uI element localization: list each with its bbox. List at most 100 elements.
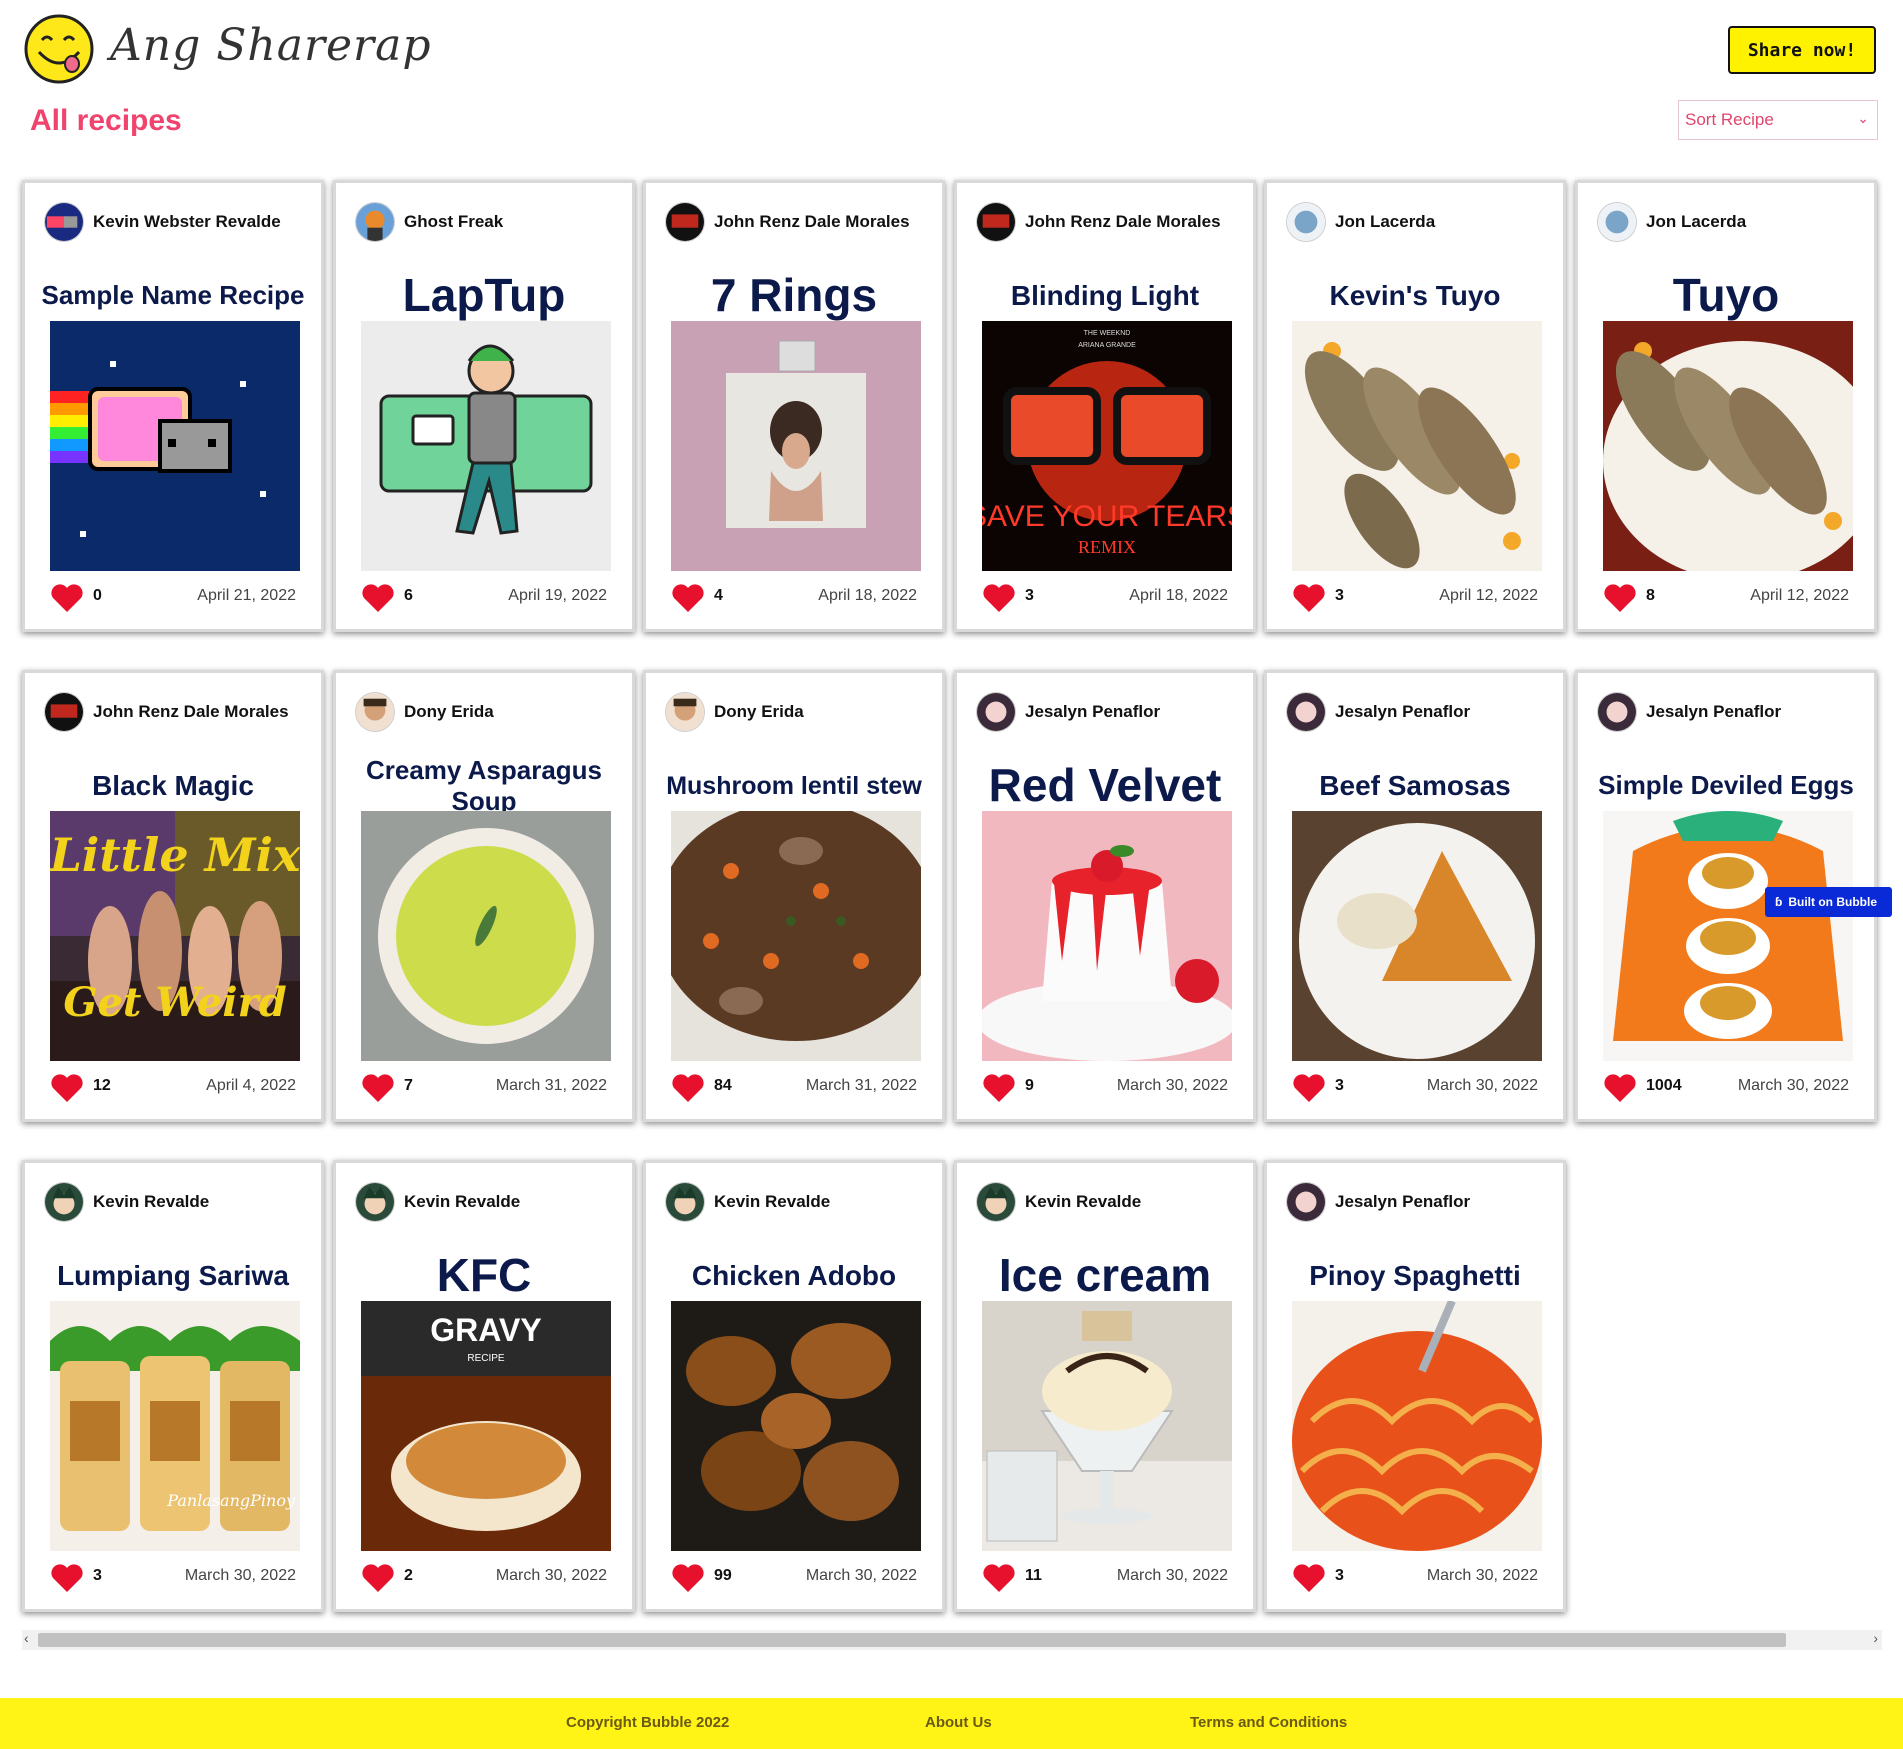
author-name[interactable]: Jesalyn Penaflor — [1335, 702, 1470, 722]
recipe-card[interactable]: Kevin Revalde Lumpiang Sariwa PanlasangP… — [22, 1160, 324, 1612]
heart-icon[interactable] — [671, 583, 705, 613]
heart-icon[interactable] — [1292, 1563, 1326, 1593]
author-name[interactable]: John Renz Dale Morales — [1025, 212, 1221, 232]
author-name[interactable]: John Renz Dale Morales — [93, 702, 289, 722]
recipe-card[interactable]: Kevin Webster Revalde Sample Name Recipe… — [22, 180, 324, 632]
heart-icon[interactable] — [361, 583, 395, 613]
author-avatar[interactable] — [1287, 203, 1325, 241]
brand-name[interactable]: Ang Sharerap — [110, 20, 431, 71]
recipe-card[interactable]: Dony Erida Creamy Asparagus Soup 7 March… — [333, 670, 635, 1122]
author-avatar[interactable] — [1598, 203, 1636, 241]
heart-icon[interactable] — [671, 1563, 705, 1593]
recipe-card[interactable]: Jesalyn Penaflor Pinoy Spaghetti 3 March… — [1264, 1160, 1566, 1612]
recipe-card[interactable]: John Renz Dale Morales 7 Rings 4 April 1… — [643, 180, 945, 632]
horizontal-scrollbar[interactable]: ‹ › — [22, 1630, 1882, 1650]
recipe-image[interactable] — [982, 811, 1232, 1061]
recipe-image[interactable] — [361, 811, 611, 1061]
author-name[interactable]: Ghost Freak — [404, 212, 503, 232]
recipe-card[interactable]: Jon Lacerda Kevin's Tuyo 3 April 12, 202… — [1264, 180, 1566, 632]
author-name[interactable]: Jon Lacerda — [1335, 212, 1435, 232]
recipe-image[interactable] — [671, 811, 921, 1061]
heart-icon[interactable] — [1603, 583, 1637, 613]
scrollbar-thumb[interactable] — [38, 1633, 1786, 1647]
recipe-image[interactable] — [1603, 811, 1853, 1061]
heart-icon[interactable] — [1603, 1073, 1637, 1103]
author-avatar[interactable] — [1287, 693, 1325, 731]
share-now-button[interactable]: Share now! — [1728, 26, 1876, 74]
author-avatar[interactable] — [45, 203, 83, 241]
get-weird-text: Get Weird — [63, 979, 286, 1026]
recipe-image[interactable] — [1603, 321, 1853, 571]
recipe-image[interactable] — [671, 1301, 921, 1551]
author-avatar[interactable] — [356, 203, 394, 241]
recipe-card[interactable]: Ghost Freak LapTup 6 April 19, 2022 — [333, 180, 635, 632]
author-name[interactable]: John Renz Dale Morales — [714, 212, 910, 232]
author-avatar[interactable] — [1598, 693, 1636, 731]
recipe-image[interactable] — [1292, 1301, 1542, 1551]
recipe-date: March 30, 2022 — [1737, 1077, 1849, 1094]
author-avatar[interactable] — [666, 203, 704, 241]
recipe-image[interactable] — [671, 321, 921, 571]
sort-recipe-select[interactable]: Sort Recipe ⌄ — [1678, 100, 1878, 140]
author-avatar[interactable] — [977, 1183, 1015, 1221]
scroll-right-icon[interactable]: › — [1873, 1630, 1878, 1646]
author-avatar[interactable] — [45, 1183, 83, 1221]
author-avatar[interactable] — [1287, 1183, 1325, 1221]
like-count: 6 — [404, 587, 413, 604]
recipe-card[interactable]: Jon Lacerda Tuyo 8 April 12, 2022 — [1575, 180, 1877, 632]
author-name[interactable]: Jon Lacerda — [1646, 212, 1746, 232]
footer-terms-link[interactable]: Terms and Conditions — [1190, 1714, 1347, 1731]
recipe-image[interactable]: GRAVY RECIPE — [361, 1301, 611, 1551]
author-avatar[interactable] — [45, 693, 83, 731]
recipe-card[interactable]: Kevin Revalde Chicken Adobo 99 March 30,… — [643, 1160, 945, 1612]
author-name[interactable]: Dony Erida — [404, 702, 494, 722]
author-name[interactable]: Jesalyn Penaflor — [1025, 702, 1160, 722]
scroll-left-icon[interactable]: ‹ — [24, 1630, 29, 1646]
recipe-image[interactable]: THE WEEKND ARIANA GRANDE SAVE YOUR TEARS… — [982, 321, 1232, 571]
heart-icon[interactable] — [361, 1563, 395, 1593]
panlasang-watermark: PanlasangPinoy — [166, 1491, 296, 1510]
heart-icon[interactable] — [982, 1563, 1016, 1593]
recipe-card[interactable]: Jesalyn Penaflor Beef Samosas 3 March 30… — [1264, 670, 1566, 1122]
recipe-image[interactable]: Little Mix Get Weird — [50, 811, 300, 1061]
heart-icon[interactable] — [50, 1073, 84, 1103]
heart-icon[interactable] — [982, 1073, 1016, 1103]
author-name[interactable]: Jesalyn Penaflor — [1335, 1192, 1470, 1212]
author-name[interactable]: Kevin Revalde — [1025, 1192, 1141, 1212]
author-avatar[interactable] — [977, 203, 1015, 241]
recipe-image[interactable]: PanlasangPinoy — [50, 1301, 300, 1551]
recipe-card[interactable]: Kevin Revalde KFC GRAVY RECIPE 2 March 3… — [333, 1160, 635, 1612]
heart-icon[interactable] — [1292, 583, 1326, 613]
heart-icon[interactable] — [982, 583, 1016, 613]
recipe-card[interactable]: Jesalyn Penaflor Red Velvet 9 March 30, … — [954, 670, 1256, 1122]
recipe-card[interactable]: John Renz Dale Morales Blinding Light TH… — [954, 180, 1256, 632]
built-on-bubble-badge[interactable]: ɓ Built on Bubble — [1765, 887, 1892, 917]
author-name[interactable]: Kevin Revalde — [93, 1192, 209, 1212]
author-name[interactable]: Kevin Revalde — [714, 1192, 830, 1212]
author-name[interactable]: Jesalyn Penaflor — [1646, 702, 1781, 722]
recipe-date: March 30, 2022 — [805, 1567, 917, 1584]
author-name[interactable]: Kevin Revalde — [404, 1192, 520, 1212]
footer-about-link[interactable]: About Us — [925, 1714, 992, 1731]
recipe-card[interactable]: Kevin Revalde Ice cream 11 March 30, 202… — [954, 1160, 1256, 1612]
smiley-logo-icon[interactable] — [24, 14, 94, 84]
recipe-card[interactable]: Dony Erida Mushroom lentil stew 84 March… — [643, 670, 945, 1122]
author-avatar[interactable] — [356, 693, 394, 731]
author-avatar[interactable] — [977, 693, 1015, 731]
recipe-image[interactable] — [982, 1301, 1232, 1551]
recipe-image[interactable] — [361, 321, 611, 571]
author-name[interactable]: Dony Erida — [714, 702, 804, 722]
author-avatar[interactable] — [356, 1183, 394, 1221]
author-name[interactable]: Kevin Webster Revalde — [93, 212, 281, 232]
heart-icon[interactable] — [361, 1073, 395, 1103]
author-avatar[interactable] — [666, 693, 704, 731]
recipe-card[interactable]: John Renz Dale Morales Black Magic Littl… — [22, 670, 324, 1122]
heart-icon[interactable] — [1292, 1073, 1326, 1103]
heart-icon[interactable] — [50, 1563, 84, 1593]
author-avatar[interactable] — [666, 1183, 704, 1221]
heart-icon[interactable] — [50, 583, 84, 613]
recipe-image[interactable] — [1292, 811, 1542, 1061]
recipe-image[interactable] — [50, 321, 300, 571]
recipe-image[interactable] — [1292, 321, 1542, 571]
heart-icon[interactable] — [671, 1073, 705, 1103]
